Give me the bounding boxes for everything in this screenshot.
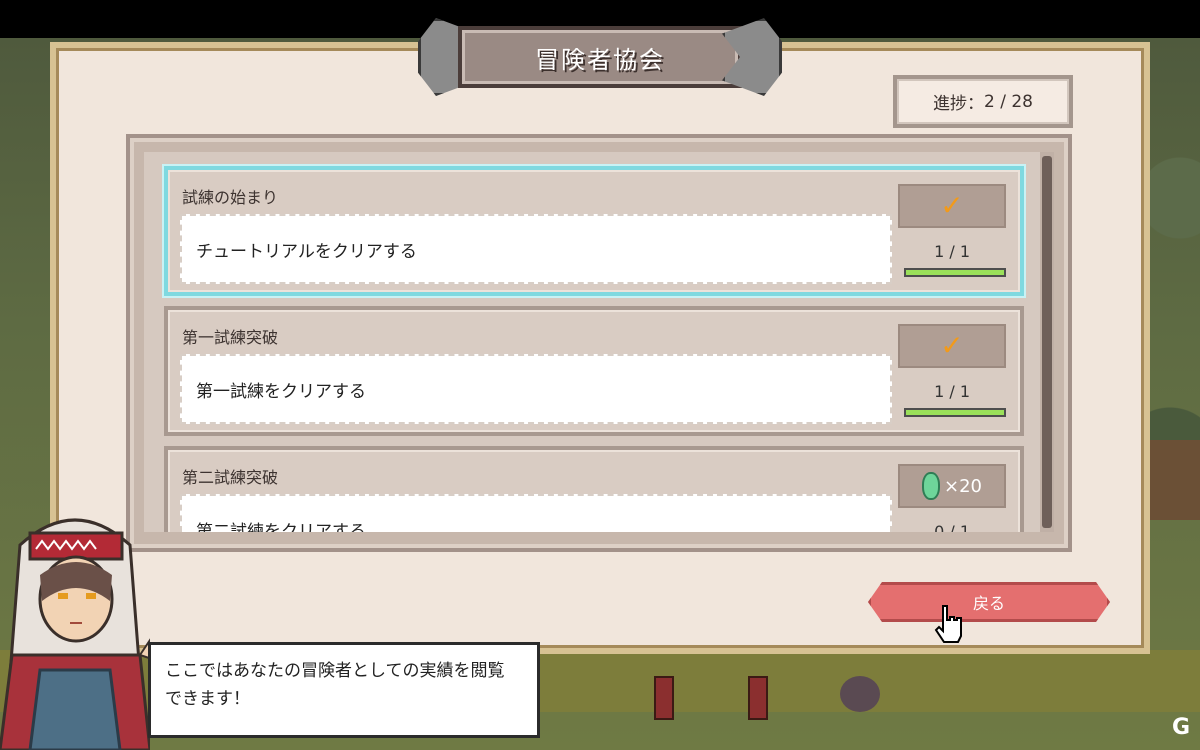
achievement-title: 第二試練突破 — [182, 468, 279, 487]
achievement-count: 1 / 1 — [934, 242, 970, 261]
achievement-count: 1 / 1 — [934, 382, 970, 401]
achievement-count: 0 / 1 — [934, 522, 970, 532]
back-button[interactable]: 戻る — [868, 582, 1110, 622]
back-button-label: 戻る — [972, 594, 1005, 613]
progress-fill — [906, 410, 1004, 415]
dialog-line: ここではあなたの冒険者としての実績を閲覧 — [165, 661, 505, 681]
checkmark-icon: ✓ — [940, 329, 964, 362]
achievement-description-box: 第一試練をクリアする — [180, 354, 892, 424]
fence-post — [654, 676, 674, 720]
achievement-list[interactable]: 試練の始まり チュートリアルをクリアする ✓ 1 / 1 第一試練突破 第一試練… — [144, 152, 1040, 532]
page-title: 冒険者協会 — [535, 45, 665, 74]
dirt-patch — [1150, 440, 1200, 520]
achievement-card[interactable]: 第二試練突破 第二試練をクリアする ×20 0 / 1 — [164, 446, 1024, 532]
achievement-progress-bar — [904, 408, 1006, 417]
achievement-card[interactable]: 第一試練突破 第一試練をクリアする ✓ 1 / 1 — [164, 306, 1024, 436]
reward-amount: ×20 — [944, 475, 982, 497]
achievement-description-box: チュートリアルをクリアする — [180, 214, 892, 284]
checkmark-icon: ✓ — [940, 189, 964, 222]
gem-icon — [922, 472, 940, 500]
stone-block — [840, 676, 880, 712]
progress-value: 2 / 28 — [984, 91, 1033, 112]
achievement-progress-bar — [904, 268, 1006, 277]
list-scrollbar[interactable] — [1040, 152, 1054, 532]
hand-cursor-icon — [934, 605, 962, 643]
progress-counter: 進捗 ： 2 / 28 — [893, 75, 1073, 128]
reward-badge: ×20 — [898, 464, 1006, 508]
achievement-description: チュートリアルをクリアする — [196, 241, 417, 262]
reward-badge: ✓ — [898, 184, 1006, 228]
achievement-title: 試練の始まり — [182, 188, 279, 207]
achievement-description: 第二試練をクリアする — [196, 521, 366, 533]
achievement-card[interactable]: 試練の始まり チュートリアルをクリアする ✓ 1 / 1 — [164, 166, 1024, 296]
achievement-description-box: 第二試練をクリアする — [180, 494, 892, 532]
progress-label: 進捗 — [933, 94, 967, 114]
dialog-line: できます！ — [165, 689, 250, 709]
progress-fill — [906, 270, 1004, 275]
achievement-description: 第一試練をクリアする — [196, 381, 366, 402]
scroll-thumb[interactable] — [1042, 156, 1052, 528]
title-plate: 冒険者協会 — [418, 14, 782, 100]
guide-character — [0, 518, 150, 750]
dialog-box[interactable]: ここではあなたの冒険者としての実績を閲覧 できます！ — [148, 642, 540, 738]
fence-post — [748, 676, 768, 720]
reward-badge: ✓ — [898, 324, 1006, 368]
progress-colon: ： — [967, 94, 984, 114]
achievement-title: 第一試練突破 — [182, 328, 279, 347]
watermark-logo-icon: G — [1171, 714, 1191, 740]
